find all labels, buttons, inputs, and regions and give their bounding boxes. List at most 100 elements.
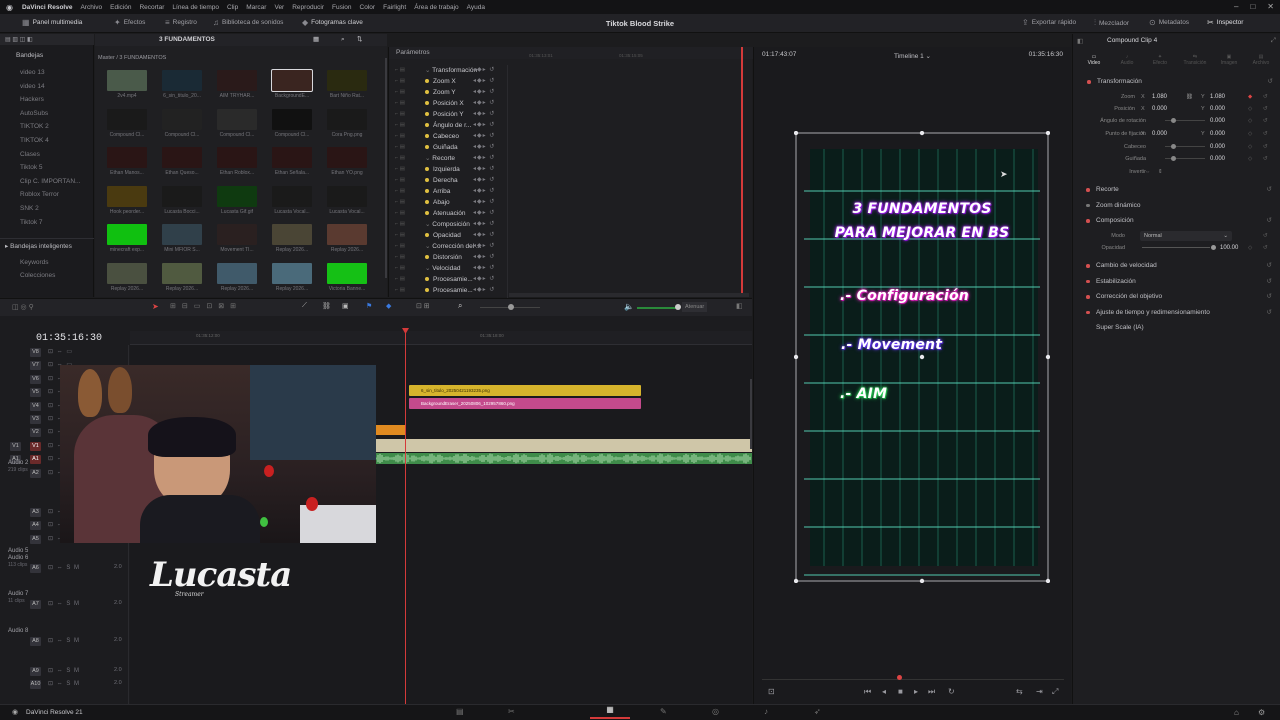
loop-icon[interactable]: ↻	[948, 687, 955, 696]
track-volume[interactable]: 2.0	[114, 637, 122, 643]
track-controls[interactable]: ⊡ ⇔ S M	[48, 637, 80, 644]
dim-button[interactable]: Atenuar	[682, 302, 708, 312]
section-super-scale[interactable]: Super Scale (IA)	[1072, 320, 1280, 336]
track-tag[interactable]: V5	[30, 388, 41, 398]
slider-knob[interactable]	[1211, 245, 1216, 250]
clip-thumbnail[interactable]: Bart Niño Rat...	[327, 70, 367, 100]
collapse-icon[interactable]: ◧	[1077, 37, 1083, 45]
clip-thumbnail[interactable]: Ethan YO.png	[327, 147, 367, 177]
bin-item[interactable]: TIKTOK 2	[0, 120, 94, 134]
video-clip-orange[interactable]	[376, 425, 406, 435]
fullscreen-icon[interactable]: ⤢	[1052, 687, 1058, 697]
tab-video[interactable]: ▭ Video	[1084, 54, 1104, 66]
position-x-field[interactable]: 0.000	[1152, 103, 1167, 115]
track-volume[interactable]: 2.0	[114, 680, 122, 686]
enabled-dot[interactable]	[1086, 264, 1090, 268]
flip-vertical-icon[interactable]: ⇕	[1158, 166, 1163, 178]
edit-page-icon[interactable]: ▦	[590, 705, 630, 719]
track-controls[interactable]: ⊡ ⇔ S M	[48, 667, 80, 674]
track-tag[interactable]: V6	[30, 374, 41, 384]
track-tag[interactable]: A5	[30, 535, 41, 544]
timeline-playhead[interactable]	[405, 331, 406, 705]
param-icons[interactable]: ⌐ ▤	[395, 98, 405, 109]
bin-item[interactable]: video 14	[0, 80, 94, 94]
reset-icon[interactable]: ↺	[1267, 289, 1272, 305]
play-icon[interactable]: ▸	[914, 687, 918, 696]
menu-item[interactable]: Recortar	[135, 4, 168, 11]
section-dynamic-zoom[interactable]: Zoom dinámico	[1072, 198, 1280, 214]
clip-thumbnail[interactable]: Ethan Señala...	[272, 147, 312, 177]
opacity-slider[interactable]	[1142, 247, 1210, 248]
track-controls[interactable]: ⊡ ⇔ S M	[48, 600, 80, 607]
scrollbar[interactable]	[385, 58, 387, 278]
timeline-ruler[interactable]: 01:35:12:00 01:35:18:00	[130, 331, 752, 345]
keyframe-nav[interactable]: ◂◆▸ ↺	[473, 98, 495, 109]
track-tag[interactable]: V1	[30, 441, 41, 451]
source-patch[interactable]: V1	[10, 441, 21, 451]
keyframe-icon[interactable]: ◇	[1248, 103, 1252, 115]
bin-item[interactable]: video 13	[0, 66, 94, 80]
clip-thumbnail[interactable]: Compound Cl...	[107, 108, 147, 139]
keyframe-nav[interactable]: ◂◆▸ ↺	[473, 197, 495, 208]
param-icons[interactable]: ⌐ ▤	[395, 274, 405, 285]
settings-gear-icon[interactable]: ⚙	[1258, 708, 1265, 717]
expand-icon[interactable]: ⤢	[1271, 37, 1276, 45]
audio-track-header[interactable]: A10 ⊡ ⇔ S M 2.0	[0, 680, 128, 692]
position-y-field[interactable]: 0.000	[1210, 103, 1225, 115]
clip-thumbnail[interactable]: Compound Cl...	[162, 108, 202, 139]
home-icon[interactable]: ⌂	[1234, 708, 1239, 717]
param-icons[interactable]: ⌐ ▤	[395, 76, 405, 87]
sound-library-button[interactable]: ♫ Biblioteca de sonidos	[213, 18, 283, 27]
slider-knob[interactable]	[1171, 144, 1176, 149]
snapping-icon[interactable]: ⟋	[302, 302, 307, 310]
keyframe-icon[interactable]: ◆	[1248, 91, 1252, 103]
reset-icon[interactable]: ↺	[1267, 182, 1272, 198]
menu-item[interactable]: Área de trabajo	[410, 4, 462, 11]
param-icons[interactable]: ⌐ ▤	[395, 175, 405, 186]
clip-thumbnail[interactable]: Movement TI...	[217, 224, 257, 254]
track-tag[interactable]: V4	[30, 401, 41, 411]
clip-thumbnail[interactable]: Replay 2026...	[107, 262, 147, 293]
effects-button[interactable]: ✦ Efectos	[114, 18, 145, 27]
param-icons[interactable]: ⌐ ▤	[395, 208, 405, 219]
keyframes-button[interactable]: ◆ Fotogramas clave	[302, 18, 363, 27]
enabled-dot[interactable]	[1086, 203, 1090, 207]
keyframe-nav[interactable]: ◂◆▸ ↺	[473, 263, 495, 274]
bin-item[interactable]: Roblox Terror	[0, 188, 94, 202]
menu-item[interactable]: Ver	[270, 4, 288, 11]
edit-index-button[interactable]: ≡ Registro	[165, 18, 197, 27]
reset-icon[interactable]: ↺	[1263, 103, 1268, 115]
minimize-icon[interactable]: –	[1234, 2, 1238, 11]
keyframe-nav[interactable]: ◂◆▸ ↺	[473, 274, 495, 285]
menu-item[interactable]: Color	[356, 4, 380, 11]
clip-thumbnail[interactable]: minecraft exp...	[107, 224, 147, 254]
bin-item[interactable]: Tiktok 7	[0, 216, 94, 230]
slider-knob[interactable]	[1171, 156, 1176, 161]
clip-thumbnail[interactable]: AIM TRYHAR...	[217, 70, 257, 100]
timeline-scrollbar[interactable]	[750, 379, 752, 449]
link-icon[interactable]: ⛓	[1186, 91, 1193, 103]
search-icon[interactable]: ⌕	[458, 301, 462, 311]
param-icons[interactable]: ⌐ ▤	[395, 197, 405, 208]
clip-thumbnail[interactable]: Ethan Manos...	[107, 147, 147, 177]
link-clips-icon[interactable]: ⛓	[322, 302, 331, 310]
track-tag[interactable]: A8	[30, 637, 41, 646]
bin-item[interactable]: Tiktok 5	[0, 161, 94, 175]
audio-track-header[interactable]: Audio 7 11 clips A7 ⊡ ⇔ S M 2.0	[0, 591, 128, 612]
track-tag[interactable]: A2	[30, 469, 41, 478]
slider-knob[interactable]	[508, 304, 514, 310]
sidebar-toggle-icon[interactable]: ◧	[736, 302, 743, 310]
track-tag[interactable]: A10	[30, 680, 41, 689]
tab-image[interactable]: ▣ Imagen	[1217, 54, 1241, 66]
match-frame-icon[interactable]: ⇆	[1016, 687, 1023, 696]
enabled-dot[interactable]	[1086, 310, 1090, 314]
track-volume[interactable]: 2.0	[114, 564, 122, 570]
menu-item[interactable]: Archivo	[76, 4, 106, 11]
menu-item[interactable]: Clip	[223, 4, 242, 11]
menu-item[interactable]: Edición	[106, 4, 135, 11]
clip-thumbnail[interactable]: Lucasta Gif.gif	[217, 185, 257, 216]
keyframe-nav[interactable]: ◂◆▸ ↺	[473, 164, 495, 175]
search-icon[interactable]: ⌕	[341, 34, 345, 46]
maximize-icon[interactable]: □	[1250, 2, 1255, 11]
clip-thumbnail[interactable]: Replay 2026...	[217, 262, 257, 293]
